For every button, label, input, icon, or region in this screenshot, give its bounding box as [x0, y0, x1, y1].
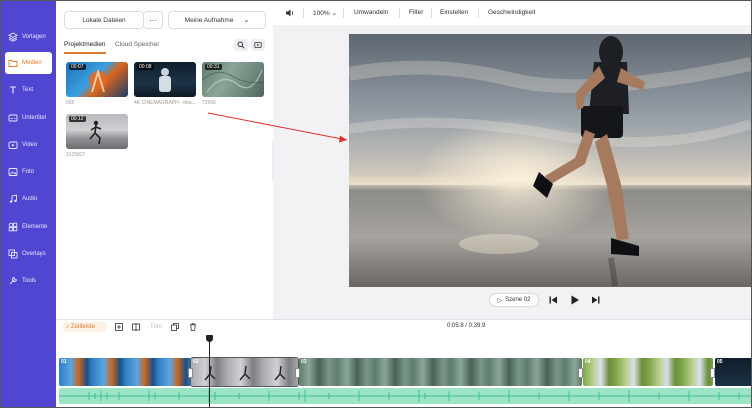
- time-axis-button[interactable]: ♪ Zeitleiste: [63, 322, 107, 332]
- play-button[interactable]: [570, 293, 580, 307]
- clip-number: 04: [585, 359, 591, 365]
- clip-trim-handle[interactable]: [578, 368, 583, 378]
- timecode: 0:05.8 / 0:39.9: [447, 323, 486, 329]
- previous-button[interactable]: [549, 293, 558, 307]
- play-icon: ▷: [497, 297, 503, 304]
- clip-number: 03: [301, 359, 307, 365]
- clip-trim-handle-right[interactable]: [295, 368, 300, 378]
- clip-number: 05: [717, 359, 723, 365]
- trim-button[interactable]: Trim: [150, 322, 162, 332]
- app-window: Vorlagen Medien Text Untertitel Video Fo…: [0, 0, 752, 408]
- duplicate-button[interactable]: [171, 322, 179, 332]
- playhead-handle[interactable]: [206, 335, 213, 342]
- playhead[interactable]: [209, 339, 210, 407]
- timeline-clip-1[interactable]: 01: [59, 358, 191, 386]
- add-button[interactable]: [115, 322, 123, 332]
- split-icon: [132, 323, 140, 331]
- scene-play-button[interactable]: ▷ Szene 02: [489, 293, 539, 307]
- time-axis-label: Zeitleiste: [71, 324, 96, 330]
- music-note-icon: ♪: [66, 324, 69, 330]
- clip-trim-handle-left[interactable]: [188, 368, 193, 378]
- copy-icon: [171, 323, 179, 331]
- play-icon: [571, 295, 579, 305]
- add-icon: [115, 323, 123, 331]
- split-button[interactable]: [132, 322, 140, 332]
- timeline-clip-3[interactable]: 03: [299, 358, 582, 386]
- scene-label: Szene 02: [505, 297, 531, 303]
- audio-track[interactable]: [59, 388, 751, 404]
- trash-icon: [190, 323, 196, 331]
- skip-forward-icon: [592, 296, 600, 304]
- next-button[interactable]: [591, 293, 600, 307]
- timeline-clip-4[interactable]: 04: [583, 358, 713, 386]
- audio-waveform: [59, 390, 751, 402]
- delete-button[interactable]: [189, 322, 197, 332]
- timeline-clip-5[interactable]: 05: [715, 358, 751, 386]
- timeline-clip-2[interactable]: 02: [190, 357, 299, 387]
- clip-frames: [204, 365, 286, 381]
- clip-number: 01: [61, 359, 67, 365]
- clip-trim-handle[interactable]: [710, 368, 715, 378]
- skip-back-icon: [549, 296, 557, 304]
